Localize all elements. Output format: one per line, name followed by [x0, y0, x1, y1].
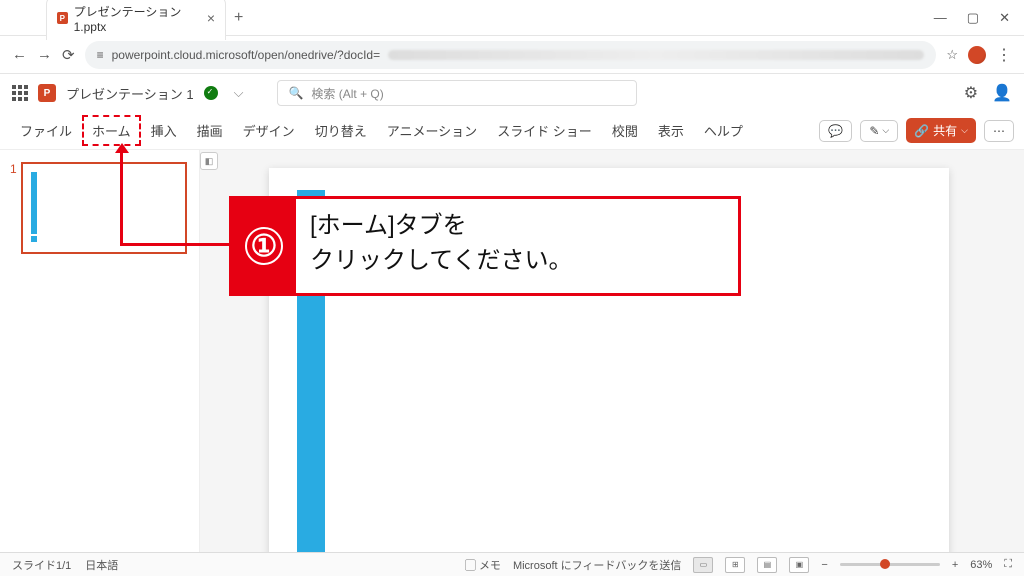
annotation-arrow	[120, 147, 123, 243]
tab-design[interactable]: デザイン	[233, 115, 305, 146]
address-bar[interactable]: ≡ powerpoint.cloud.microsoft/open/onedri…	[85, 41, 937, 69]
url-redacted	[388, 50, 924, 60]
reload-icon[interactable]: ⟳	[62, 46, 75, 64]
saved-icon	[204, 86, 218, 100]
app-launcher-icon[interactable]	[12, 85, 28, 101]
tab-insert[interactable]: 挿入	[141, 115, 187, 146]
close-icon[interactable]: ×	[207, 10, 215, 26]
more-button[interactable]: ⋯	[984, 120, 1014, 142]
tab-help[interactable]: ヘルプ	[694, 115, 753, 146]
tab-review[interactable]: 校閲	[602, 115, 648, 146]
zoom-knob[interactable]	[880, 559, 890, 569]
share-label: 共有	[933, 122, 957, 139]
search-icon: 🔍	[288, 86, 303, 100]
tab-title: プレゼンテーション 1.pptx	[74, 3, 201, 34]
sorter-view-button[interactable]: ⊞	[725, 557, 745, 573]
zoom-slider[interactable]	[840, 563, 940, 566]
maximize-icon[interactable]: ▢	[967, 10, 979, 26]
callout-number: ①	[232, 199, 296, 293]
thumb-decoration	[31, 236, 37, 242]
tab-slideshow[interactable]: スライド ショー	[487, 115, 602, 146]
slideshow-view-button[interactable]: ▣	[789, 557, 809, 573]
ribbon: ファイル ホーム 挿入 描画 デザイン 切り替え アニメーション スライド ショ…	[0, 112, 1024, 150]
app-header: P プレゼンテーション 1 ⌵ 🔍 検索 (Alt + Q) ⚙ 👤	[0, 74, 1024, 112]
search-input[interactable]: 🔍 検索 (Alt + Q)	[277, 80, 637, 106]
comments-button[interactable]: 💬	[819, 120, 852, 142]
browser-toolbar: ← → ⟳ ≡ powerpoint.cloud.microsoft/open/…	[0, 36, 1024, 74]
powerpoint-icon: P	[57, 12, 68, 24]
slide-number: 1	[10, 162, 17, 254]
close-window-icon[interactable]: ✕	[999, 10, 1010, 26]
callout-text: [ホーム]タブを クリックしてください。	[296, 199, 587, 293]
reading-view-button[interactable]: ▤	[757, 557, 777, 573]
url-text: powerpoint.cloud.microsoft/open/onedrive…	[112, 48, 381, 62]
language-status[interactable]: 日本語	[85, 557, 118, 573]
browser-menu-icon[interactable]: ⋮	[996, 45, 1012, 65]
instruction-callout: ① [ホーム]タブを クリックしてください。	[229, 196, 741, 296]
account-icon[interactable]: 👤	[992, 83, 1012, 103]
normal-view-button[interactable]: ▭	[693, 557, 713, 573]
browser-tab[interactable]: P プレゼンテーション 1.pptx ×	[46, 0, 226, 40]
forward-icon[interactable]: →	[37, 46, 52, 63]
powerpoint-logo-icon: P	[38, 84, 56, 102]
editing-mode-button[interactable]: ✎ ⌵	[860, 120, 898, 142]
slide-panel: ◧ 1	[0, 150, 200, 554]
outline-toggle[interactable]: ◧	[200, 152, 218, 170]
tab-draw[interactable]: 描画	[187, 115, 233, 146]
profile-avatar[interactable]	[968, 46, 986, 64]
site-info-icon[interactable]: ≡	[97, 48, 104, 62]
tab-view[interactable]: 表示	[648, 115, 694, 146]
share-button[interactable]: 🔗 共有 ⌵	[906, 118, 976, 143]
status-bar: スライド1/1 日本語 ▢ メモ Microsoft にフィードバックを送信 ▭…	[0, 552, 1024, 576]
chevron-down-icon[interactable]: ⌵	[234, 85, 244, 101]
tab-file[interactable]: ファイル	[10, 115, 82, 146]
browser-tabstrip: P プレゼンテーション 1.pptx × + — ▢ ✕	[0, 0, 1024, 36]
zoom-level[interactable]: 63%	[970, 559, 992, 571]
thumb-decoration	[31, 172, 37, 234]
slide-counter[interactable]: スライド1/1	[12, 557, 71, 573]
document-name[interactable]: プレゼンテーション 1	[66, 84, 194, 103]
zoom-in-button[interactable]: +	[952, 559, 958, 571]
tab-home[interactable]: ホーム	[82, 115, 141, 146]
window-controls: — ▢ ✕	[934, 10, 1018, 26]
notes-button[interactable]: ▢ メモ	[465, 557, 501, 573]
zoom-out-button[interactable]: −	[821, 559, 827, 571]
settings-icon[interactable]: ⚙	[964, 83, 978, 103]
back-icon[interactable]: ←	[12, 46, 27, 63]
tab-transitions[interactable]: 切り替え	[305, 115, 377, 146]
fit-to-window-button[interactable]: ⛶	[1004, 558, 1012, 571]
search-placeholder: 検索 (Alt + Q)	[311, 85, 383, 102]
bookmark-icon[interactable]: ☆	[946, 47, 958, 63]
feedback-link[interactable]: Microsoft にフィードバックを送信	[513, 557, 681, 573]
annotation-arrow	[120, 243, 230, 246]
tab-animations[interactable]: アニメーション	[377, 115, 487, 146]
new-tab-button[interactable]: +	[234, 9, 243, 27]
slide-thumbnail[interactable]	[21, 162, 187, 254]
minimize-icon[interactable]: —	[934, 10, 947, 26]
